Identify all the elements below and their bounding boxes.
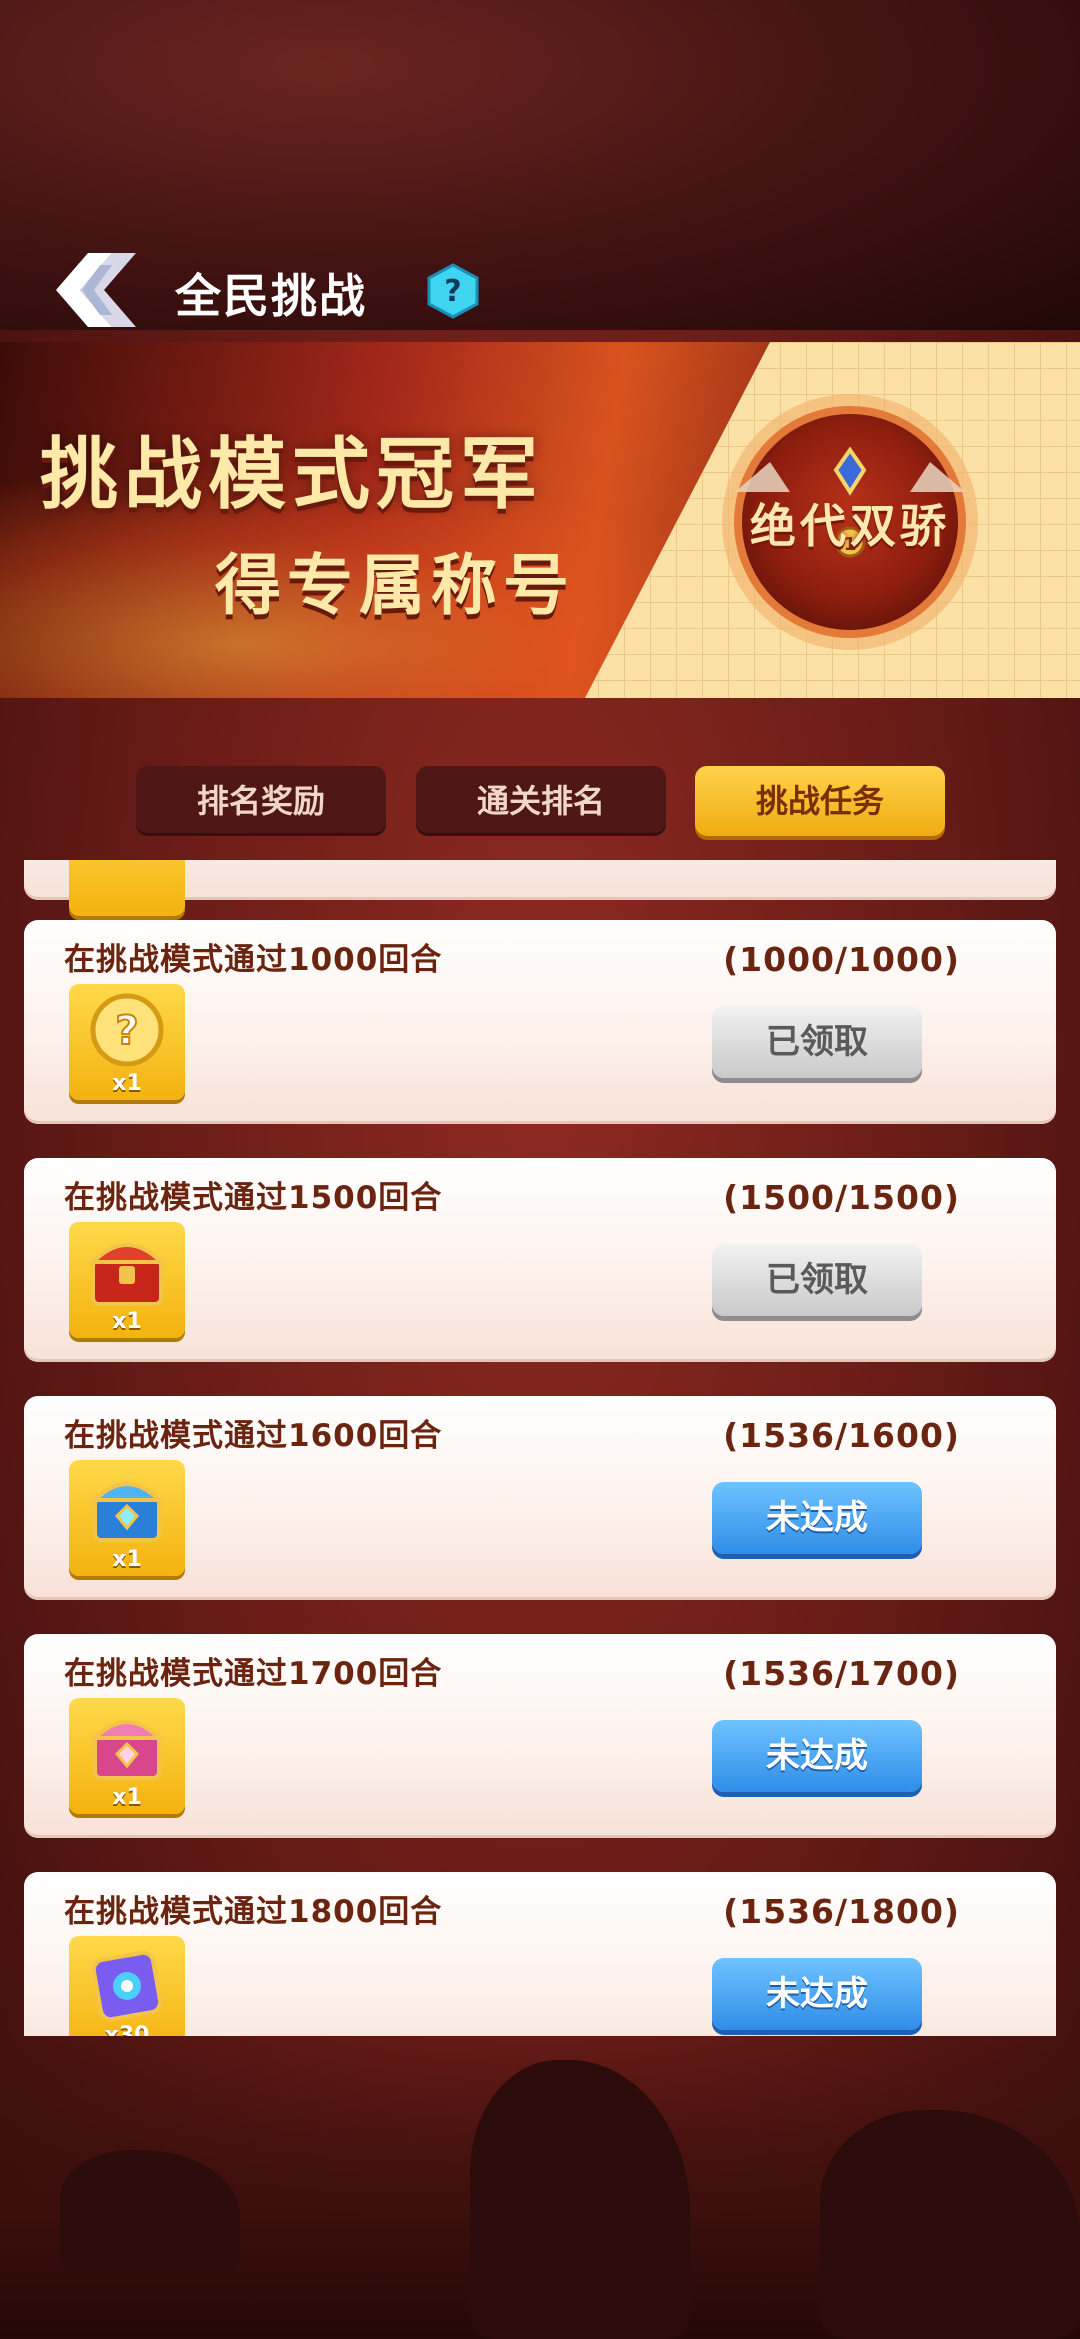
- header: 全民挑战 ?: [0, 230, 1080, 350]
- task-title: 在挑战模式通过1500回合: [64, 1180, 443, 1216]
- claimed-button[interactable]: 已领取: [712, 1244, 922, 1316]
- reward-count: x1: [112, 1071, 142, 1096]
- reward-item[interactable]: x1: [69, 1222, 185, 1338]
- back-arrow-icon: [56, 253, 136, 327]
- list-item-partial: [24, 860, 1056, 916]
- task-row: 在挑战模式通过1800回合 (1536/1800) x30 未达成: [24, 1872, 1056, 2036]
- champion-banner: 1 挑战模式冠军 得专属称号 绝代双骄: [0, 342, 1080, 698]
- task-progress: (1500/1500): [723, 1178, 960, 1217]
- claimed-button[interactable]: 已领取: [712, 1006, 922, 1078]
- reward-item-partial: [69, 860, 185, 916]
- reward-count: x30: [104, 2023, 150, 2036]
- banner-subheadline: 得专属称号: [215, 547, 575, 624]
- blue-gem-chest-icon: [90, 1482, 164, 1542]
- mystery-coin-icon: ?: [90, 993, 164, 1067]
- reward-item[interactable]: x1: [69, 1460, 185, 1576]
- help-button[interactable]: ?: [425, 263, 481, 319]
- task-progress: (1000/1000): [723, 940, 960, 979]
- reward-count: x1: [112, 1547, 142, 1572]
- task-row: 在挑战模式通过1500回合 (1500/1500) x1 已领取: [24, 1158, 1056, 1362]
- red-treasure-chest-icon: [88, 1243, 166, 1306]
- not-achieved-button[interactable]: 未达成: [712, 1720, 922, 1792]
- task-row: 在挑战模式通过1600回合 (1536/1600) x1 未达成: [24, 1396, 1056, 1600]
- back-button[interactable]: [50, 245, 142, 335]
- task-list[interactable]: 在挑战模式通过1000回合 (1000/1000) ? x1 已领取 在挑战模式…: [24, 860, 1056, 2036]
- svg-text:?: ?: [115, 1008, 138, 1054]
- task-row: 在挑战模式通过1000回合 (1000/1000) ? x1 已领取: [24, 920, 1056, 1124]
- reward-count: x1: [112, 1309, 142, 1334]
- tab-clear-ranking[interactable]: 通关排名: [416, 766, 666, 836]
- badge-title-text: 绝代双骄: [750, 499, 950, 553]
- banner-headline: 挑战模式冠军: [40, 430, 545, 520]
- reward-item[interactable]: x1: [69, 1698, 185, 1814]
- question-icon: ?: [427, 263, 479, 319]
- task-progress: (1536/1600): [723, 1416, 960, 1455]
- task-title: 在挑战模式通过1800回合: [64, 1894, 443, 1930]
- task-progress: (1536/1700): [723, 1654, 960, 1693]
- reward-count: x1: [112, 1785, 142, 1810]
- not-achieved-button[interactable]: 未达成: [712, 1958, 922, 2030]
- pink-gem-chest-icon: [90, 1720, 164, 1780]
- task-title: 在挑战模式通过1700回合: [64, 1656, 443, 1692]
- tab-rank-rewards[interactable]: 排名奖励: [136, 766, 386, 836]
- help-label: ?: [444, 274, 461, 309]
- tab-challenge-tasks[interactable]: 挑战任务: [695, 766, 945, 836]
- task-title: 在挑战模式通过1600回合: [64, 1418, 443, 1454]
- task-title: 在挑战模式通过1000回合: [64, 942, 443, 978]
- task-row: 在挑战模式通过1700回合 (1536/1700) x1 未达成: [24, 1634, 1056, 1838]
- not-achieved-button[interactable]: 未达成: [712, 1482, 922, 1554]
- reward-item[interactable]: ? x1: [69, 984, 185, 1100]
- puzzle-piece-icon: [91, 1950, 163, 2022]
- page-title: 全民挑战: [175, 269, 367, 323]
- reward-item[interactable]: x30: [69, 1936, 185, 2036]
- task-progress: (1536/1800): [723, 1892, 960, 1931]
